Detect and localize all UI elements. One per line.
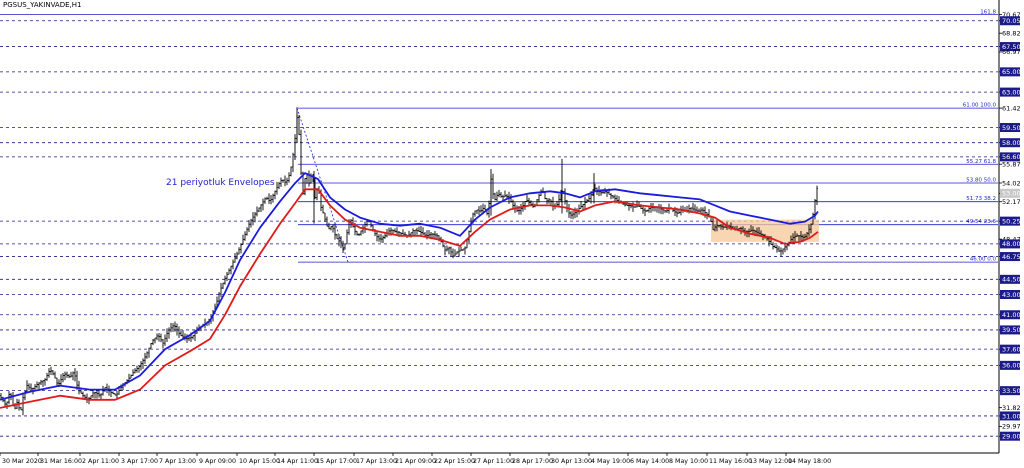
price-tag-label: 58.00 [1002, 139, 1021, 147]
fib-level-label: 46.00 0.0 [970, 257, 997, 263]
price-tag-label: 31.00 [1002, 412, 1021, 420]
fib-level-label: 51.73 38.2 [966, 196, 996, 202]
price-tick-label: 66.97 [1002, 48, 1021, 56]
price-tag-label: 59.50 [1002, 124, 1021, 132]
lower-envelope-line [0, 188, 819, 409]
time-tick-label: 10 Apr 15:00 [239, 458, 280, 465]
time-tick-label: 21 Apr 09:00 [395, 458, 436, 465]
chart-frame [0, 0, 1000, 454]
time-tick-label: 28 Apr 17:00 [512, 458, 553, 465]
price-tick-label: 29.97 [1002, 423, 1021, 431]
fib-level-label: 53.80 50.0 [966, 177, 996, 183]
chart-title: PGSUS_YAKINVADE,H1 [3, 1, 82, 9]
price-tick-label: 54.02 [1002, 179, 1021, 187]
price-tag-label: 70.05 [1002, 17, 1021, 25]
price-tag-label: 48.00 [1002, 240, 1021, 248]
time-tick-label: 8 May 10:00 [669, 458, 708, 465]
price-chart[interactable]: 161.8 61.00 100.0 55.27 61.8 53.80 50.0 51.… [0, 0, 1024, 468]
envelopes-annotation: 21 periyotluk Envelopes [166, 178, 275, 188]
time-tick-label: 27 Apr 11:00 [473, 458, 514, 465]
price-tag-label: 46.75 [1002, 253, 1021, 261]
price-series [0, 107, 818, 416]
price-tick-label: 52.17 [1002, 198, 1021, 206]
fib-level-label: 61.00 100.0 [963, 103, 997, 109]
top-level-line: 161.8 [0, 9, 998, 15]
fib-level-label: 49.54 23.6 [966, 219, 996, 225]
time-tick-label: 4 May 19:00 [591, 458, 630, 465]
price-tag-label: 29.00 [1002, 432, 1021, 440]
time-tick-label: 14 Apr 11:00 [277, 458, 318, 465]
price-tag-label: 44.50 [1002, 276, 1021, 284]
time-tick-label: 14 May 18:00 [788, 458, 831, 465]
price-tag-label: 43.00 [1002, 291, 1021, 299]
time-tick-label: 13 May 12:00 [749, 458, 792, 465]
price-tag-label: 63.00 [1002, 88, 1021, 96]
time-tick-label: 6 May 14:00 [630, 458, 669, 465]
time-tick-label: 30 Mar 2020 [2, 458, 42, 465]
price-tick-label: 31.82 [1002, 404, 1021, 412]
time-tick-label: 3 Apr 17:00 [121, 458, 158, 465]
price-tag-label: 65.00 [1002, 68, 1021, 76]
price-tag-label: 50.25 [1002, 217, 1021, 225]
price-tag-label: 33.50 [1002, 387, 1021, 395]
price-tag-label: 36.00 [1002, 362, 1021, 370]
time-axis[interactable]: 30 Mar 202031 Mar 16:00 2 Apr 11:00 3 Apr … [0, 453, 831, 465]
fib-level-label: 55.27 61.8 [966, 159, 996, 165]
time-tick-label: 7 Apr 13:00 [159, 458, 196, 465]
time-tick-label: 11 May 16:00 [709, 458, 752, 465]
price-axis[interactable]: 70.6770.0568.8267.5066.9765.0063.0061.42… [999, 11, 1021, 441]
price-tag-label: 37.60 [1002, 345, 1021, 353]
price-tag-label: 39.50 [1002, 326, 1021, 334]
time-tick-label: 22 Apr 15:00 [434, 458, 475, 465]
price-tag-label: 53.00 [1002, 190, 1021, 198]
top-level-label: 161.8 [980, 9, 996, 15]
time-tick-label: 15 Apr 17:00 [316, 458, 357, 465]
price-tick-label: 68.82 [1002, 29, 1021, 37]
price-tick-label: 61.42 [1002, 104, 1021, 112]
fibonacci-retracement[interactable]: 61.00 100.0 55.27 61.8 53.80 50.0 51.73 38.… [296, 103, 998, 263]
time-tick-label: 31 Mar 16:00 [40, 458, 82, 465]
time-tick-label: 30 Apr 13:00 [551, 458, 592, 465]
time-tick-label: 2 Apr 11:00 [82, 458, 119, 465]
time-tick-label: 17 Apr 13:00 [356, 458, 397, 465]
price-tick-label: 55.87 [1002, 161, 1021, 169]
price-level-lines [0, 20, 998, 437]
price-tag-label: 41.00 [1002, 311, 1021, 319]
time-tick-label: 9 Apr 09:00 [199, 458, 236, 465]
